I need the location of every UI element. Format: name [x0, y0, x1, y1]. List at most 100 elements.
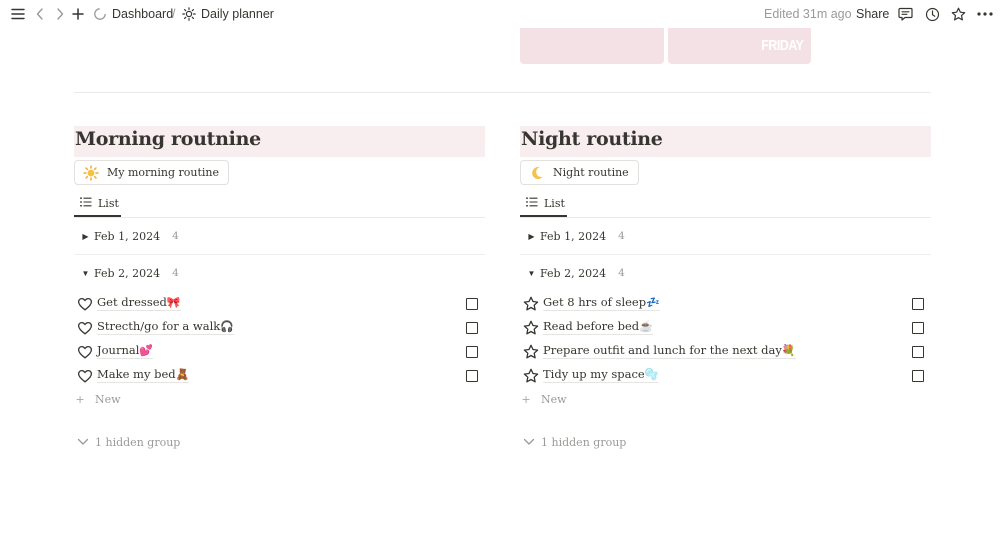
group-date: Feb 2, 2024 — [540, 266, 607, 280]
item-checkbox[interactable] — [912, 298, 924, 310]
list-item[interactable]: Get dressed🎀 — [74, 293, 485, 315]
new-item-button[interactable]: + New — [520, 389, 567, 409]
heart-icon — [77, 368, 93, 384]
favorite-star-icon[interactable] — [949, 0, 967, 28]
plus-icon: + — [522, 391, 531, 407]
item-checkbox[interactable] — [912, 370, 924, 382]
item-emoji: 💤 — [646, 296, 660, 309]
star-icon — [523, 368, 539, 384]
item-emoji: 🧸 — [175, 368, 190, 381]
back-arrow-icon[interactable] — [32, 0, 48, 28]
heart-icon — [77, 296, 93, 312]
new-item-button[interactable]: + New — [74, 389, 121, 409]
star-icon — [523, 296, 539, 312]
item-emoji: ☕ — [639, 320, 653, 333]
comments-icon[interactable] — [896, 0, 914, 28]
expanded-triangle-icon[interactable]: ▼ — [74, 269, 94, 278]
breadcrumb-dashboard[interactable]: Dashboard — [112, 7, 173, 21]
sun-icon — [181, 0, 197, 28]
dashboard-icon — [92, 0, 108, 28]
list-item[interactable]: Strecth/go for a walk🎧 — [74, 317, 485, 339]
group-date: Feb 2, 2024 — [94, 266, 161, 280]
star-icon — [523, 320, 539, 336]
list-icon — [80, 194, 92, 212]
heading-highlight: Night routine — [520, 126, 931, 157]
item-emoji: 💕 — [139, 344, 154, 357]
list-item[interactable]: Get 8 hrs of sleep💤 — [520, 293, 931, 315]
group-feb-2[interactable]: ▼ Feb 2, 2024 4 — [74, 263, 179, 283]
item-checkbox[interactable] — [912, 346, 924, 358]
star-icon — [523, 344, 539, 360]
breadcrumb-separator: / — [172, 7, 176, 21]
item-checkbox[interactable] — [466, 346, 478, 358]
add-page-icon[interactable] — [70, 0, 86, 28]
sun-icon — [83, 164, 99, 181]
new-label: New — [541, 392, 567, 406]
hidden-groups-toggle[interactable]: 1 hidden group — [74, 432, 180, 452]
item-label[interactable]: Make my bed — [97, 367, 176, 381]
group-feb-1[interactable]: ▶ Feb 1, 2024 4 — [74, 226, 179, 246]
item-checkbox[interactable] — [912, 322, 924, 334]
view-tab-label: List — [98, 196, 119, 210]
group-count: 4 — [618, 230, 625, 242]
share-button[interactable]: Share — [856, 7, 889, 21]
item-label[interactable]: Tidy up my space — [543, 367, 645, 381]
link-label: Night routine — [553, 166, 629, 179]
item-label[interactable]: Get 8 hrs of sleep — [543, 295, 646, 309]
heading-highlight: Morning routnine — [74, 126, 485, 157]
item-label[interactable]: Read before bed — [543, 319, 639, 333]
hidden-groups-label: 1 hidden group — [95, 435, 181, 449]
group-count: 4 — [618, 267, 625, 279]
group-feb-1[interactable]: ▶ Feb 1, 2024 4 — [520, 226, 625, 246]
view-tab-label: List — [544, 196, 565, 210]
day-card-friday[interactable]: FRIDAY — [668, 28, 811, 64]
menu-icon[interactable] — [8, 0, 28, 28]
view-tab-list[interactable]: List — [520, 191, 567, 217]
group-feb-2[interactable]: ▼ Feb 2, 2024 4 — [520, 263, 625, 283]
moon-icon — [529, 165, 545, 181]
day-card[interactable] — [520, 28, 664, 64]
list-item[interactable]: Prepare outfit and lunch for the next da… — [520, 341, 931, 363]
list-icon — [526, 194, 538, 212]
morning-routine-link[interactable]: My morning routine — [74, 160, 230, 185]
list-item[interactable]: Journal💕 — [74, 341, 485, 363]
clock-icon[interactable] — [923, 0, 941, 28]
chevron-down-icon — [523, 438, 539, 446]
item-checkbox[interactable] — [466, 322, 478, 334]
item-label[interactable]: Journal — [97, 343, 139, 357]
breadcrumb-daily-planner[interactable]: Daily planner — [201, 7, 274, 21]
collapsed-triangle-icon[interactable]: ▶ — [74, 232, 94, 241]
list-item[interactable]: Read before bed☕ — [520, 317, 931, 339]
heart-icon — [77, 344, 93, 360]
item-label[interactable]: Prepare outfit and lunch for the next da… — [543, 343, 782, 357]
group-divider — [74, 254, 485, 255]
more-options-icon[interactable] — [975, 0, 995, 28]
expanded-triangle-icon[interactable]: ▼ — [520, 269, 540, 278]
hidden-groups-toggle[interactable]: 1 hidden group — [520, 432, 626, 452]
section-title: Morning routnine — [75, 128, 261, 150]
tabs-underline — [74, 217, 485, 218]
hidden-groups-label: 1 hidden group — [541, 435, 627, 449]
view-tab-list[interactable]: List — [74, 191, 121, 217]
item-emoji: 🎧 — [220, 320, 234, 333]
group-count: 4 — [172, 230, 179, 242]
forward-arrow-icon[interactable] — [52, 0, 68, 28]
item-emoji: 🎀 — [166, 296, 181, 309]
item-checkbox[interactable] — [466, 370, 478, 382]
item-label[interactable]: Get dressed — [97, 295, 167, 309]
day-card-label: FRIDAY — [760, 37, 804, 54]
list-item[interactable]: Make my bed🧸 — [74, 365, 485, 387]
divider — [74, 92, 931, 93]
new-label: New — [95, 392, 121, 406]
heart-icon — [77, 320, 93, 336]
item-emoji: 💐 — [781, 344, 796, 357]
top-bar: Dashboard / Daily planner Edited 31m ago… — [0, 0, 1005, 28]
edited-timestamp: Edited 31m ago — [764, 7, 852, 21]
chevron-down-icon — [77, 438, 93, 446]
night-routine-link[interactable]: Night routine — [520, 160, 639, 185]
item-label[interactable]: Strecth/go for a walk — [97, 319, 220, 333]
group-count: 4 — [172, 267, 179, 279]
list-item[interactable]: Tidy up my space🫧 — [520, 365, 931, 387]
collapsed-triangle-icon[interactable]: ▶ — [520, 232, 540, 241]
item-checkbox[interactable] — [466, 298, 478, 310]
